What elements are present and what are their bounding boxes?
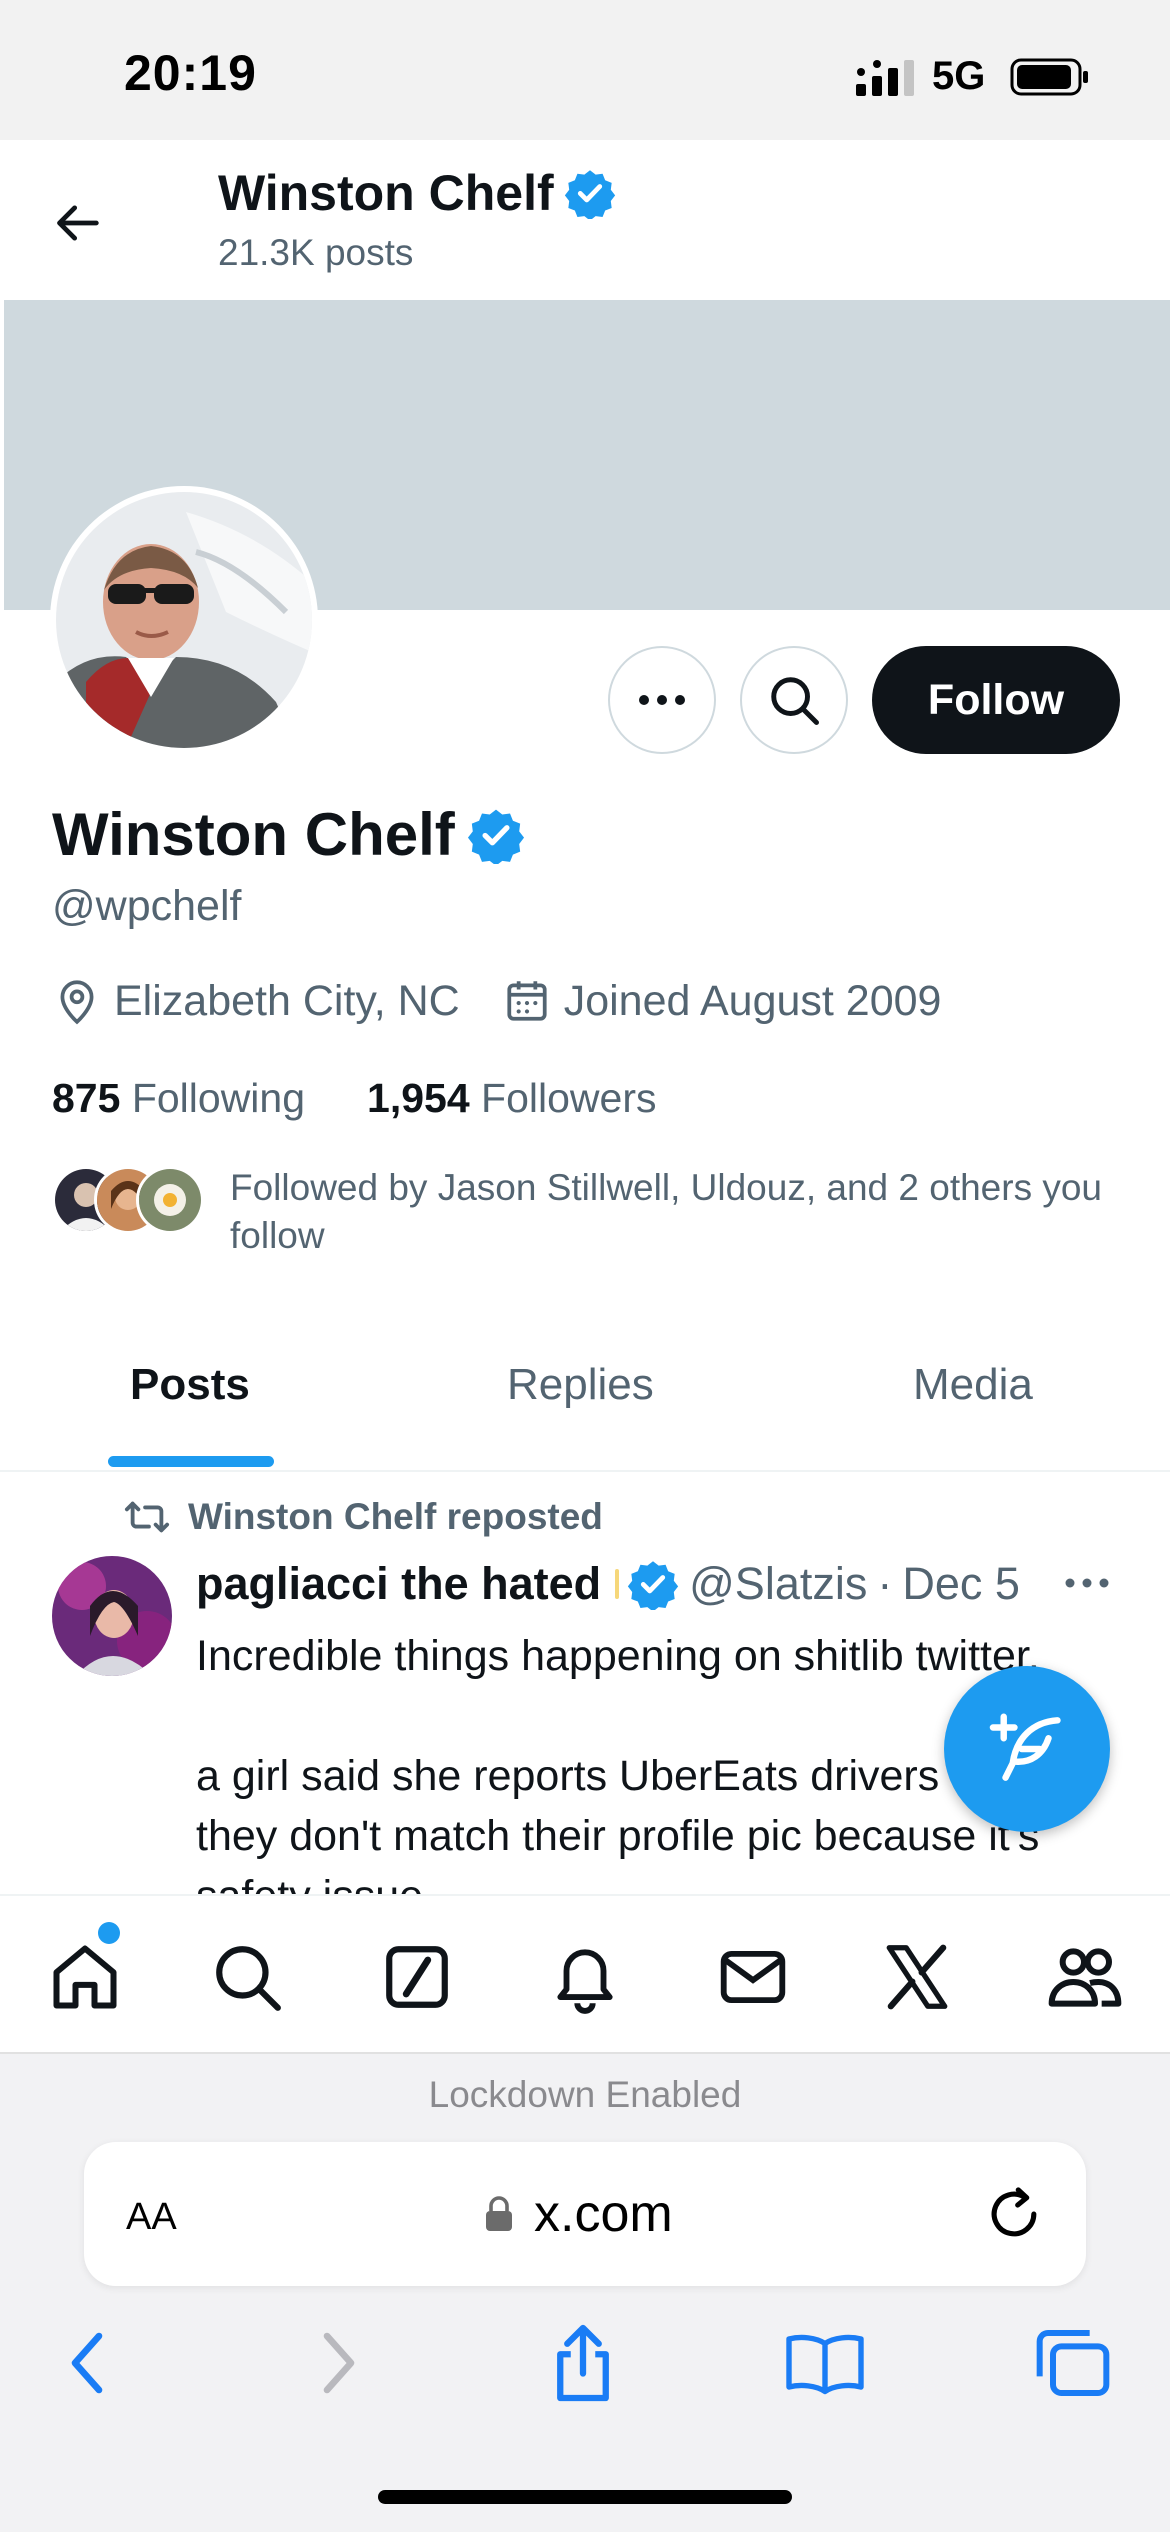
verified-badge-icon [627,1561,679,1610]
nav-communities[interactable] [1040,1932,1130,2022]
more-horizontal-icon [1065,1578,1109,1588]
battery-icon [1010,58,1088,96]
lock-icon [486,2196,512,2231]
status-time: 20:19 [124,45,257,101]
avatar [136,1166,204,1234]
nav-home[interactable] [40,1932,130,2022]
post-author-handle[interactable]: @Slatzis [689,1558,867,1610]
reload-icon [991,2187,1037,2237]
repost-label: Winston Chelf reposted [188,1496,603,1537]
notifications-icon [557,1949,613,2014]
browser-chrome [0,2054,1170,2532]
url-text: x.com [534,2185,673,2243]
bookmarks-book-icon [786,2334,864,2395]
followers-link[interactable]: 1,954 Followers [367,1075,656,1122]
nav-notifications[interactable] [540,1932,630,2022]
share-icon [557,2324,609,2402]
joined-item: Joined August 2009 [502,976,942,1026]
bottom-navigation [0,1894,1170,2054]
text-size-button[interactable]: AA [126,2186,177,2241]
search-icon [216,1946,281,2011]
profile-meta: Elizabeth City, NC Joined August 2009 [52,976,983,1026]
calendar-icon [507,981,547,1021]
tabs-icon [1036,2330,1110,2397]
following-link[interactable]: 875 Following [52,1075,305,1122]
mutual-followers-avatars[interactable] [52,1166,204,1236]
home-notification-dot [98,1922,120,1944]
tabs-button[interactable] [1028,2318,1118,2408]
arrow-left-icon [57,205,99,241]
header-title: Winston Chelf [218,164,616,222]
profile-avatar[interactable] [50,486,318,754]
compose-post-button[interactable] [944,1666,1110,1832]
lockdown-status: Lockdown Enabled [428,2074,742,2115]
x-premium-icon [886,1944,948,2010]
reload-button[interactable] [980,2180,1048,2253]
nav-messages[interactable] [708,1932,798,2022]
followed-by-text[interactable]: Followed by Jason Stillwell, Uldouz, and… [230,1164,1130,1260]
following-label: Following [131,1075,306,1121]
posts-count: 21.3K posts [218,232,414,273]
chevron-left-icon [71,2332,103,2394]
location-text: Elizabeth City, NC [114,976,460,1025]
nav-grok[interactable] [372,1932,462,2022]
share-button[interactable] [538,2318,628,2408]
profile-name-text: Winston Chelf [52,801,455,868]
tab-posts[interactable]: Posts [130,1360,250,1410]
affiliate-badge [615,1569,620,1599]
chevron-right-icon [323,2332,355,2394]
browser-forward-button[interactable] [294,2318,384,2408]
grok-icon [386,1946,448,2008]
bookmarks-button[interactable] [780,2318,870,2408]
follow-button[interactable]: Follow [872,646,1120,754]
browser-back-button[interactable] [42,2318,132,2408]
header-title-text: Winston Chelf [218,165,554,221]
post-more-button[interactable] [1064,1576,1110,1594]
profile-name: Winston Chelf [52,800,525,869]
post-separator: · [877,1558,893,1609]
followers-count: 1,954 [367,1075,470,1121]
home-indicator [378,2490,792,2504]
url-display[interactable]: x.com [484,2184,673,2244]
verified-badge-icon[interactable] [467,806,525,864]
search-icon [771,677,819,725]
post-date[interactable]: Dec 5 [902,1558,1020,1610]
more-options-button[interactable] [608,646,716,754]
profile-tabs: Posts Replies Media [0,1330,1170,1472]
following-count: 875 [52,1075,121,1121]
nav-search[interactable] [202,1932,292,2022]
search-profile-button[interactable] [740,646,848,754]
tab-replies[interactable]: Replies [507,1360,654,1410]
location-item: Elizabeth City, NC [52,976,460,1026]
post-author-avatar[interactable] [52,1556,172,1676]
post-header: pagliacci the hated @Slatzis · Dec 5 [196,1558,1020,1610]
back-button[interactable] [44,188,114,258]
avatar-photo [56,492,312,748]
followers-label: Followers [481,1075,657,1121]
compose-feather-icon [989,1713,1061,1781]
verified-badge-icon [564,170,615,219]
repost-indicator[interactable]: Winston Chelf reposted [124,1496,603,1538]
text-size-label: AA [126,2196,177,2238]
repost-icon [124,1501,170,1533]
messages-icon [720,1950,786,2004]
active-tab-indicator [108,1456,274,1467]
follow-stats: 875 Following 1,954 Followers [52,1075,656,1122]
home-icon [53,1945,117,2009]
joined-text: Joined August 2009 [563,976,942,1025]
profile-handle: @wpchelf [52,882,242,930]
network-type: 5G [932,54,986,98]
location-pin-icon [60,980,94,1025]
signal-icon [856,60,914,96]
post-author-name[interactable]: pagliacci the hated [196,1558,601,1610]
communities-icon [1048,1948,1122,2007]
more-horizontal-icon [639,695,685,705]
nav-premium[interactable] [872,1932,962,2022]
tab-media[interactable]: Media [913,1360,1033,1410]
